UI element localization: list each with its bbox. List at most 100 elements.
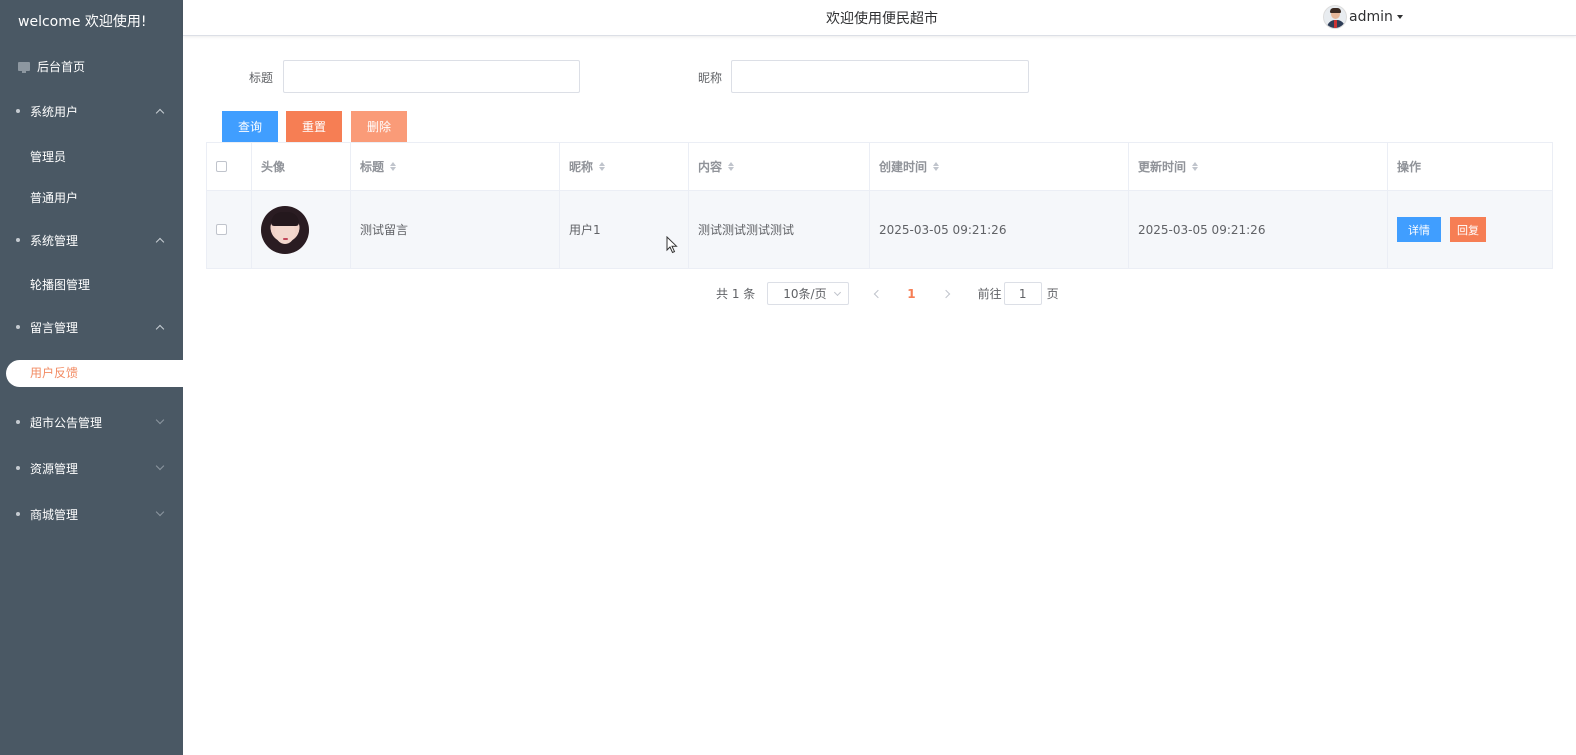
column-actions: 操作: [1388, 143, 1552, 190]
sidebar-brand: welcome 欢迎使用!: [18, 14, 147, 30]
avatar: [1323, 5, 1347, 29]
select-all-checkbox[interactable]: [216, 161, 227, 172]
detail-button[interactable]: 详情: [1397, 217, 1441, 242]
page-suffix: 页: [1046, 287, 1059, 301]
column-label: 创建时间: [879, 160, 928, 174]
sidebar-group-messages[interactable]: 留言管理: [0, 315, 183, 339]
chevron-up-icon: [155, 324, 165, 334]
column-title[interactable]: 标题: [351, 143, 560, 190]
sort-icon[interactable]: [599, 162, 606, 171]
sidebar-group-announcements[interactable]: 超市公告管理: [0, 410, 183, 434]
sort-icon[interactable]: [728, 162, 735, 171]
bullet-icon: [16, 325, 20, 329]
column-label: 操作: [1397, 160, 1422, 174]
table-header: 头像 标题 昵称 内容 创建时间 更新时间 操作: [207, 143, 1552, 191]
query-button[interactable]: 查询: [222, 111, 278, 142]
delete-button[interactable]: 删除: [351, 111, 407, 142]
cell-text: 测试测试测试测试: [698, 223, 795, 237]
column-avatar: 头像: [252, 143, 351, 190]
cell-text: 用户1: [569, 223, 601, 237]
page-size-select[interactable]: 10条/页: [767, 282, 850, 305]
column-updated[interactable]: 更新时间: [1129, 143, 1388, 190]
user-menu[interactable]: admin: [1323, 5, 1403, 29]
sidebar-item-feedback[interactable]: 用户反馈: [6, 360, 183, 387]
nickname-cell: 用户1: [560, 191, 689, 268]
bullet-icon: [16, 238, 20, 242]
row-checkbox[interactable]: [216, 224, 227, 235]
sidebar-group-label: 留言管理: [30, 320, 79, 335]
sidebar-group-system-management[interactable]: 系统管理: [0, 228, 183, 252]
avatar-cell: [252, 191, 351, 268]
page-size-value: 10条/页: [783, 287, 827, 301]
bullet-icon: [16, 109, 20, 113]
cell-text: 2025-03-05 09:21:26: [1138, 222, 1266, 237]
actions-cell: 详情 回复: [1388, 191, 1552, 268]
nickname-search-label: 昵称: [698, 71, 723, 85]
sidebar-group-system-users[interactable]: 系统用户: [0, 99, 183, 123]
title-search-input[interactable]: [283, 60, 580, 93]
row-select-cell: [207, 191, 252, 268]
column-label: 昵称: [569, 160, 594, 174]
avatar: [261, 205, 309, 254]
column-label: 更新时间: [1138, 160, 1187, 174]
goto-label: 前往: [977, 287, 1002, 301]
mouse-cursor-icon: [666, 236, 678, 254]
reply-button[interactable]: 回复: [1450, 217, 1486, 242]
chevron-up-icon: [155, 108, 165, 118]
bullet-icon: [16, 466, 20, 470]
chevron-down-icon: [155, 461, 165, 471]
sort-icon[interactable]: [390, 162, 397, 171]
next-page-icon[interactable]: [941, 289, 950, 298]
goto-page-input[interactable]: [1003, 282, 1042, 305]
header-select-cell: [207, 143, 252, 190]
sidebar-group-label: 系统用户: [30, 104, 79, 119]
sort-icon[interactable]: [933, 162, 940, 171]
bullet-icon: [16, 512, 20, 516]
sidebar-group-resources[interactable]: 资源管理: [0, 456, 183, 480]
cell-text: 测试留言: [360, 223, 409, 237]
reset-button[interactable]: 重置: [286, 111, 342, 142]
cell-text: 2025-03-05 09:21:26: [879, 222, 1007, 237]
title-cell: 测试留言: [351, 191, 560, 268]
prev-page-icon[interactable]: [874, 289, 883, 298]
sidebar-group-label: 商城管理: [30, 507, 79, 522]
column-nickname[interactable]: 昵称: [560, 143, 689, 190]
feedback-table: 头像 标题 昵称 内容 创建时间 更新时间 操作 测试留言 用户1 测试测试测试…: [206, 142, 1553, 269]
column-content[interactable]: 内容: [689, 143, 870, 190]
sidebar-group-label: 超市公告管理: [30, 415, 103, 430]
caret-down-icon: [1396, 15, 1403, 19]
sidebar-group-shop[interactable]: 商城管理: [0, 502, 183, 526]
sidebar-item-home[interactable]: 后台首页: [0, 55, 183, 77]
sidebar-item-users[interactable]: 普通用户: [30, 189, 78, 206]
app-root: welcome 欢迎使用! 后台首页 系统用户 管理员 普通用户 系统管理 轮播…: [0, 0, 1576, 755]
page-number-current[interactable]: 1: [907, 287, 915, 301]
sidebar-item-admins[interactable]: 管理员: [30, 148, 66, 165]
chevron-down-icon: [834, 288, 842, 297]
total-count: 共 1 条: [716, 287, 756, 301]
sidebar-group-label: 资源管理: [30, 461, 79, 476]
sort-icon[interactable]: [1192, 162, 1199, 171]
sidebar-group-label: 系统管理: [30, 233, 79, 248]
monitor-icon: [18, 61, 30, 73]
column-label: 标题: [360, 160, 385, 174]
title-search-label: 标题: [249, 71, 274, 85]
sidebar-item-label: 后台首页: [37, 59, 86, 74]
chevron-up-icon: [155, 237, 165, 247]
column-label: 头像: [261, 160, 286, 174]
column-label: 内容: [698, 160, 723, 174]
bullet-icon: [16, 420, 20, 424]
sidebar: welcome 欢迎使用! 后台首页 系统用户 管理员 普通用户 系统管理 轮播…: [0, 0, 183, 755]
chevron-down-icon: [155, 415, 165, 425]
chevron-down-icon: [155, 507, 165, 517]
nickname-search-input[interactable]: [731, 60, 1029, 93]
created-cell: 2025-03-05 09:21:26: [870, 191, 1129, 268]
table-row: 测试留言 用户1 测试测试测试测试 2025-03-05 09:21:26 20…: [207, 191, 1552, 268]
user-name: admin: [1349, 9, 1393, 25]
column-created[interactable]: 创建时间: [870, 143, 1129, 190]
top-header: 欢迎使用便民超市 admin: [183, 0, 1576, 36]
updated-cell: 2025-03-05 09:21:26: [1129, 191, 1388, 268]
content-cell: 测试测试测试测试: [689, 191, 870, 268]
page-title: 欢迎使用便民超市: [826, 11, 938, 27]
pagination: 共 1 条 10条/页 1 前往 页: [716, 282, 1059, 305]
sidebar-item-carousel[interactable]: 轮播图管理: [30, 276, 90, 293]
